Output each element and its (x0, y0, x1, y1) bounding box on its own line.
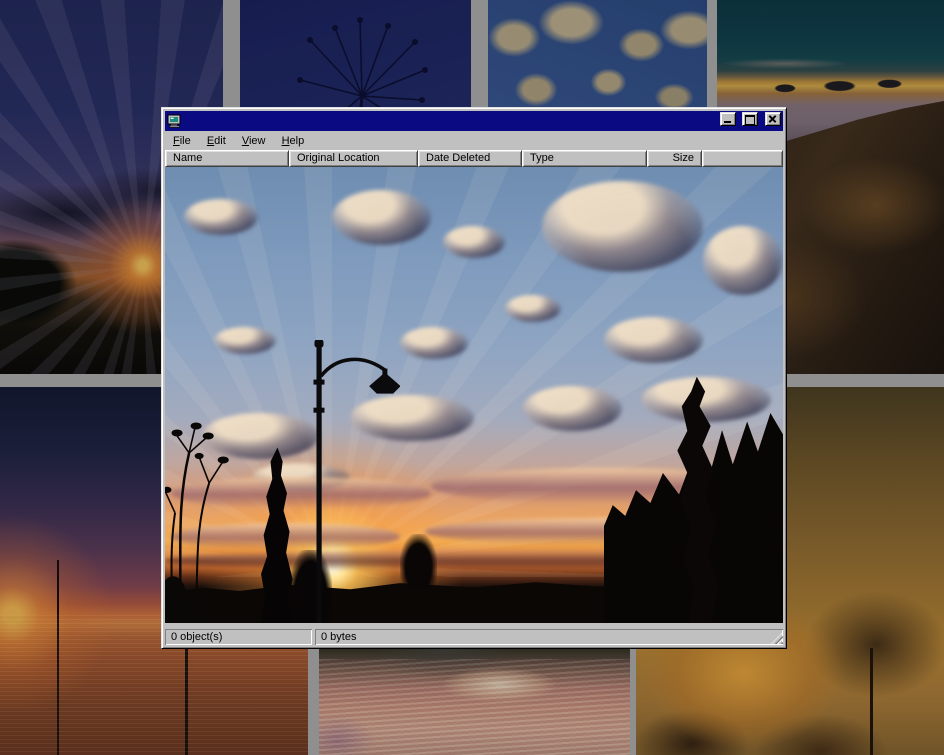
close-button[interactable] (765, 112, 781, 126)
cloud (400, 327, 468, 359)
menu-bar: File Edit View Help (165, 131, 783, 150)
cloud (505, 295, 561, 322)
column-headers: Name Original Location Date Deleted Type… (165, 150, 783, 167)
status-objects: 0 object(s) (165, 629, 312, 645)
column-header-extra[interactable] (702, 150, 783, 167)
file-list-area[interactable] (165, 167, 783, 623)
maximize-button[interactable] (742, 112, 758, 126)
street-lamp-silhouette (301, 340, 400, 623)
window-controls (719, 112, 781, 130)
status-bar: 0 object(s) 0 bytes (165, 623, 783, 645)
bush-silhouette (400, 534, 437, 589)
cloud (214, 327, 276, 354)
cloud (703, 226, 783, 294)
cloud (542, 181, 703, 272)
status-bytes: 0 bytes (315, 629, 783, 645)
cloud (641, 377, 771, 423)
minimize-button[interactable] (720, 112, 736, 126)
menu-edit[interactable]: Edit (201, 134, 232, 148)
computer-icon (167, 114, 183, 128)
titlebar[interactable] (165, 111, 783, 131)
column-header-original-location[interactable]: Original Location (289, 150, 418, 167)
column-header-name[interactable]: Name (165, 150, 289, 167)
cloud (443, 226, 505, 258)
menu-view[interactable]: View (236, 134, 272, 148)
cloud (332, 190, 431, 245)
column-header-size[interactable]: Size (647, 150, 702, 167)
screen: File Edit View Help Name Original Locati… (0, 0, 944, 755)
menu-help[interactable]: Help (276, 134, 311, 148)
column-header-type[interactable]: Type (522, 150, 647, 167)
minimize-icon (724, 121, 731, 123)
cloud (604, 317, 703, 363)
client-sunset-photo (165, 167, 783, 623)
recycle-bin-window: File Edit View Help Name Original Locati… (161, 107, 787, 649)
column-header-date-deleted[interactable]: Date Deleted (418, 150, 522, 167)
plant-silhouettes (165, 413, 245, 623)
menu-file[interactable]: File (167, 134, 197, 148)
maximize-icon (745, 115, 755, 125)
cloud (184, 199, 258, 235)
